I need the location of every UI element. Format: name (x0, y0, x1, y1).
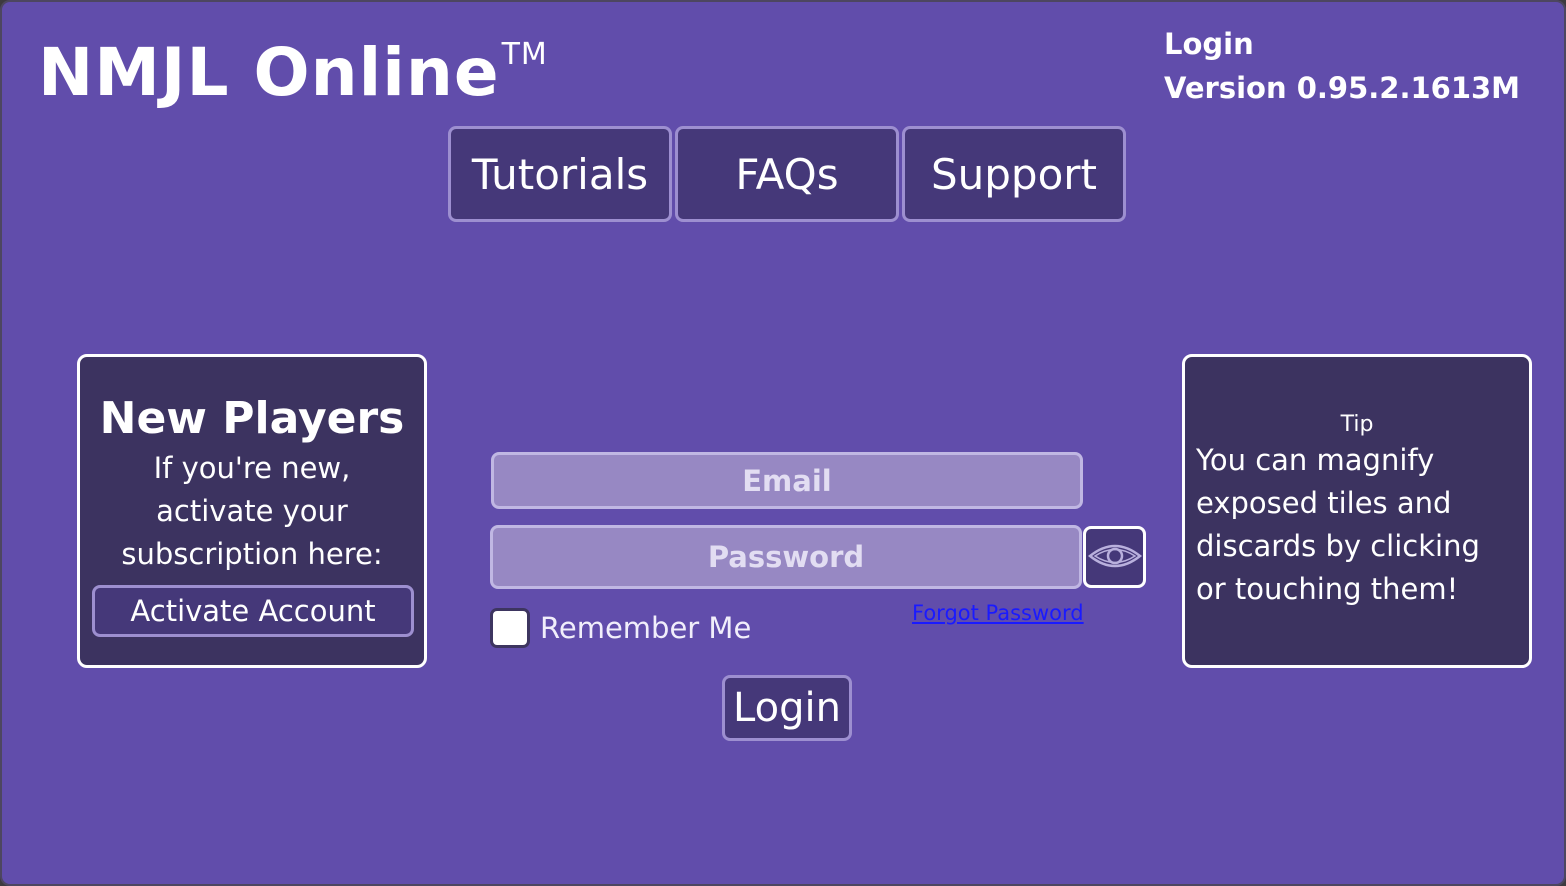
support-button[interactable]: Support (902, 126, 1126, 222)
tip-panel: Tip You can magnify exposed tiles and di… (1182, 354, 1532, 668)
version-label: Version 0.95.2.1613M (1164, 71, 1521, 105)
eye-icon (1087, 542, 1142, 573)
tip-line: You can magnify (1196, 443, 1435, 477)
tip-text: You can magnify exposed tiles and discar… (1185, 439, 1529, 611)
brand-name: NMJL Online (38, 34, 500, 111)
email-input[interactable] (491, 452, 1083, 509)
new-players-line: If you're new, (153, 451, 351, 485)
tip-line: discards by clicking (1196, 529, 1480, 563)
new-players-line: activate your (156, 494, 348, 528)
new-players-text: If you're new, activate your subscriptio… (80, 447, 424, 576)
brand-title: NMJL OnlineTM (38, 20, 548, 116)
tip-line: exposed tiles and (1196, 486, 1452, 520)
tip-line: or touching them! (1196, 572, 1459, 606)
new-players-panel: New Players If you're new, activate your… (77, 354, 427, 668)
tip-label: Tip (1340, 412, 1374, 437)
app-window: NMJL OnlineTM Login Version 0.95.2.1613M… (0, 0, 1566, 886)
remember-me-label: Remember Me (540, 611, 752, 645)
activate-account-button[interactable]: Activate Account (92, 585, 414, 637)
new-players-title: New Players (99, 393, 405, 444)
new-players-line: subscription here: (121, 537, 383, 571)
trademark-mark: TM (501, 37, 548, 72)
screen-info: Login Version 0.95.2.1613M (1164, 22, 1520, 110)
remember-me-checkbox[interactable] (490, 608, 530, 648)
tutorials-button[interactable]: Tutorials (448, 126, 672, 222)
screen-name: Login (1164, 27, 1254, 61)
login-button[interactable]: Login (722, 675, 852, 741)
password-input[interactable] (490, 525, 1082, 589)
show-password-button[interactable] (1083, 526, 1146, 588)
forgot-password-link[interactable]: Forgot Password (912, 598, 1084, 628)
faqs-button[interactable]: FAQs (675, 126, 899, 222)
